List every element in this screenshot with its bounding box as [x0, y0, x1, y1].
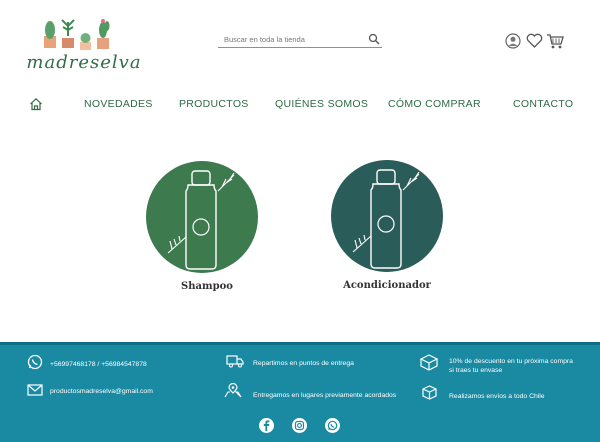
whatsapp-phone-icon: [27, 354, 43, 370]
footer-delivery-points: Repartimos en puntos de entrega: [253, 360, 354, 367]
instagram-icon[interactable]: [292, 418, 307, 433]
cart-icon[interactable]: [546, 32, 564, 50]
nav-item-como-comprar[interactable]: CÓMO COMPRAR: [388, 98, 481, 110]
footer-discount-line1: 10% de descuento en tu próxima compra: [449, 358, 573, 365]
shampoo-category-card[interactable]: [146, 161, 258, 273]
category-label-shampoo[interactable]: Shampoo: [127, 281, 287, 292]
footer-phone[interactable]: +56997468178 / +56984547878: [50, 360, 147, 369]
search-input[interactable]: [224, 33, 364, 46]
search-bar[interactable]: [218, 31, 382, 48]
location-pin-icon: [224, 383, 242, 398]
nav-item-novedades[interactable]: NOVEDADES: [84, 98, 153, 110]
brand-name: madreselva: [26, 52, 142, 73]
footer-delivery-places: Entregamos en lugares previamente acorda…: [253, 392, 397, 399]
category-label-acondicionador[interactable]: Acondicionador: [307, 280, 467, 291]
footer: +56997468178 / +56984547878 productosmad…: [0, 342, 600, 442]
home-icon[interactable]: [29, 97, 43, 111]
footer-discount-line2: si traes tu envase: [449, 367, 503, 374]
shampoo-bottle-icon: [167, 170, 235, 270]
search-icon[interactable]: [368, 33, 380, 45]
shipping-box-icon: [422, 385, 437, 400]
whatsapp-icon[interactable]: [325, 418, 340, 433]
nav-item-contacto[interactable]: CONTACTO: [513, 98, 573, 110]
delivery-truck-icon: [226, 355, 244, 368]
whatsapp-glyph-icon: [327, 420, 338, 431]
facebook-icon[interactable]: [259, 418, 274, 433]
footer-shipping: Realizamos envíos a todo Chile: [449, 393, 545, 400]
header: madreselva: [0, 0, 600, 80]
nav-item-productos[interactable]: PRODUCTOS: [179, 98, 249, 110]
recycle-box-icon: [419, 354, 439, 371]
brand-logo[interactable]: madreselva: [14, 14, 154, 73]
email-icon: [27, 384, 43, 396]
footer-divider: [0, 342, 600, 345]
user-icon[interactable]: [505, 32, 521, 50]
facebook-glyph-icon: [263, 420, 270, 431]
acondicionador-category-card[interactable]: [331, 160, 443, 272]
main-nav: NOVEDADES PRODUCTOS QUIÉNES SOMOS CÓMO C…: [0, 96, 600, 114]
footer-email[interactable]: productosmadreselva@gmail.com: [50, 387, 153, 396]
instagram-glyph-icon: [294, 420, 305, 431]
heart-icon[interactable]: [526, 32, 543, 50]
nav-item-quienes-somos[interactable]: QUIÉNES SOMOS: [275, 98, 368, 110]
conditioner-bottle-icon: [352, 169, 420, 269]
